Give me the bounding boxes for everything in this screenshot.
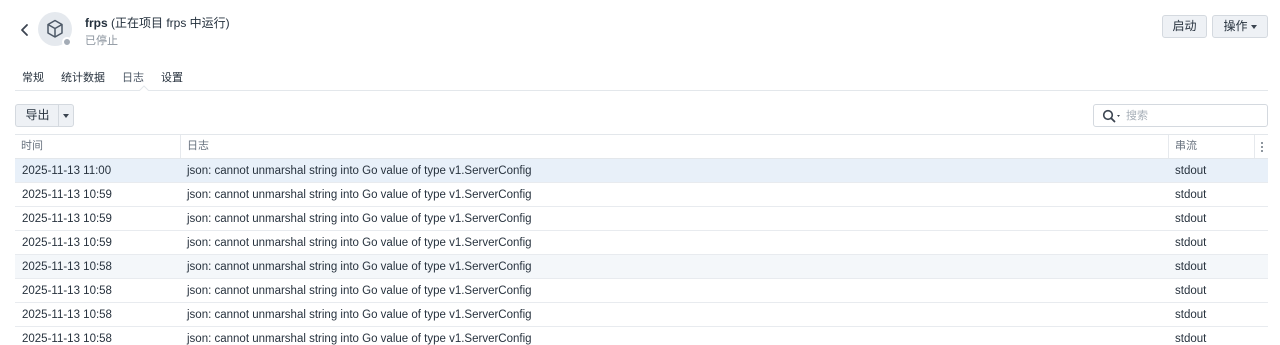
caret-down-icon	[1250, 24, 1257, 29]
cell-log: json: cannot unmarshal string into Go va…	[187, 213, 532, 225]
cell-log: json: cannot unmarshal string into Go va…	[187, 333, 532, 345]
cell-stream: stdout	[1175, 309, 1207, 321]
start-button[interactable]: 启动	[1162, 15, 1207, 38]
search-input[interactable]	[1126, 106, 1264, 125]
cell-stream: stdout	[1175, 261, 1207, 273]
cell-time: 2025-11-13 10:59	[22, 189, 112, 201]
column-header-log[interactable]: 日志	[181, 135, 1169, 158]
cell-stream: stdout	[1175, 285, 1207, 297]
actions-button[interactable]: 操作	[1212, 15, 1268, 38]
header: frps (正在项目 frps 中运行) 已停止 启动 操作	[0, 0, 1280, 60]
active-tab-indicator	[139, 85, 149, 91]
log-table: 时间 日志 串流 2025-11-13 11:00 json: cannot u…	[15, 134, 1268, 345]
table-row[interactable]: 2025-11-13 10:59 json: cannot unmarshal …	[15, 231, 1268, 255]
export-button[interactable]: 导出	[15, 104, 59, 127]
table-row[interactable]: 2025-11-13 10:58 json: cannot unmarshal …	[15, 255, 1268, 279]
start-button-label: 启动	[1172, 19, 1197, 33]
tab-bar: 常规 统计数据 日志 设置	[15, 64, 1268, 91]
cell-log: json: cannot unmarshal string into Go va…	[187, 237, 532, 249]
tab-general[interactable]: 常规	[22, 69, 44, 85]
more-vertical-icon[interactable]	[1256, 140, 1268, 154]
export-button-label: 导出	[25, 108, 50, 122]
cell-stream: stdout	[1175, 333, 1207, 345]
table-row[interactable]: 2025-11-13 10:59 json: cannot unmarshal …	[15, 183, 1268, 207]
cell-stream: stdout	[1175, 213, 1207, 225]
table-row[interactable]: 2025-11-13 10:58 json: cannot unmarshal …	[15, 303, 1268, 327]
tab-logs[interactable]: 日志	[122, 69, 144, 85]
cell-time: 2025-11-13 11:00	[22, 165, 112, 177]
cell-stream: stdout	[1175, 237, 1207, 249]
package-cube-icon	[47, 19, 63, 38]
table-row[interactable]: 2025-11-13 10:59 json: cannot unmarshal …	[15, 207, 1268, 231]
cell-stream: stdout	[1175, 189, 1207, 201]
cell-log: json: cannot unmarshal string into Go va…	[187, 261, 532, 273]
project-note: (正在项目 frps 中运行)	[111, 16, 230, 30]
actions-button-label: 操作	[1223, 19, 1248, 33]
table-header: 时间 日志 串流	[15, 135, 1268, 159]
cell-time: 2025-11-13 10:58	[22, 285, 112, 297]
search-icon[interactable]	[1102, 109, 1124, 123]
cell-time: 2025-11-13 10:58	[22, 309, 112, 321]
cell-stream: stdout	[1175, 165, 1207, 177]
search-box[interactable]	[1093, 104, 1268, 127]
table-row[interactable]: 2025-11-13 10:58 json: cannot unmarshal …	[15, 327, 1268, 345]
back-button[interactable]	[17, 20, 33, 40]
column-header-stream[interactable]: 串流	[1169, 135, 1255, 158]
log-toolbar: 导出	[0, 100, 1280, 130]
cell-log: json: cannot unmarshal string into Go va…	[187, 165, 532, 177]
status-text: 已停止	[85, 35, 118, 47]
page-title: frps (正在项目 frps 中运行)	[85, 14, 230, 31]
status-dot	[62, 37, 72, 47]
tab-settings[interactable]: 设置	[161, 69, 183, 85]
column-header-time[interactable]: 时间	[15, 135, 181, 158]
cell-time: 2025-11-13 10:58	[22, 333, 112, 345]
table-row[interactable]: 2025-11-13 11:00 json: cannot unmarshal …	[15, 159, 1268, 183]
cell-time: 2025-11-13 10:59	[22, 237, 112, 249]
container-name: frps	[85, 16, 108, 30]
cell-time: 2025-11-13 10:58	[22, 261, 112, 273]
export-dropdown-button[interactable]	[58, 104, 74, 127]
cell-log: json: cannot unmarshal string into Go va…	[187, 189, 532, 201]
tab-statistics[interactable]: 统计数据	[61, 69, 105, 85]
cell-log: json: cannot unmarshal string into Go va…	[187, 285, 532, 297]
chevron-left-icon	[21, 24, 28, 36]
cell-time: 2025-11-13 10:59	[22, 213, 112, 225]
table-row[interactable]: 2025-11-13 10:58 json: cannot unmarshal …	[15, 279, 1268, 303]
cell-log: json: cannot unmarshal string into Go va…	[187, 309, 532, 321]
caret-down-icon	[63, 114, 69, 118]
